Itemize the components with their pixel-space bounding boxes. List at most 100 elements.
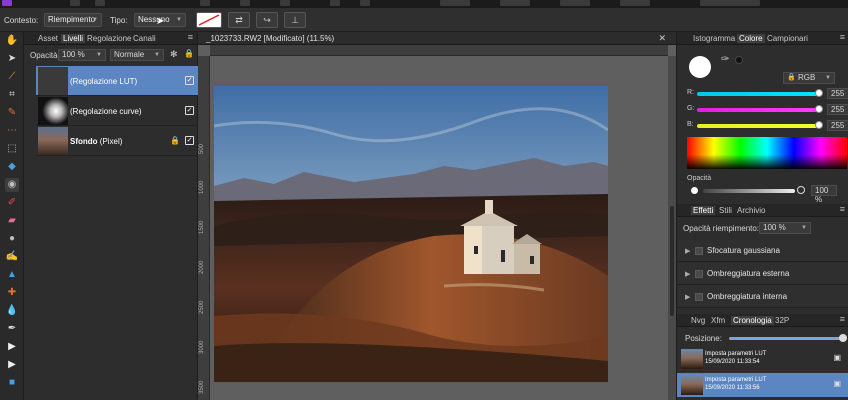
color-mode-dropdown[interactable]: 🔒 RGB ▼: [783, 72, 835, 84]
close-icon[interactable]: ✕: [658, 33, 666, 44]
dodge-tool-icon[interactable]: ●: [5, 232, 19, 246]
expand-arrow-icon[interactable]: ▶: [685, 270, 690, 278]
red-slider[interactable]: R: 255: [687, 88, 848, 100]
effect-row[interactable]: ▶ Sfocatura gaussiana: [677, 240, 848, 262]
position-slider-knob[interactable]: [839, 334, 847, 342]
opacity-dropdown[interactable]: 100 % ▼: [58, 49, 106, 61]
visibility-checkbox[interactable]: ✓: [185, 136, 194, 145]
blue-value[interactable]: 255: [827, 120, 848, 131]
tab-campionari[interactable]: Campionari: [767, 34, 808, 43]
snapshot-icon[interactable]: ▣: [833, 353, 841, 362]
brush-tool-icon[interactable]: ✎: [5, 106, 19, 120]
history-item-selected[interactable]: Imposta parametri LUT 15/09/2020 11:33:5…: [677, 373, 848, 397]
tab-istogramma[interactable]: Istogramma: [693, 34, 735, 43]
snapshot-icon[interactable]: ▣: [833, 379, 841, 388]
smudge-tool-icon[interactable]: ✍: [5, 250, 19, 264]
eyedropper-icon[interactable]: ✑: [721, 54, 729, 65]
tab-asset[interactable]: Asset: [38, 34, 58, 43]
toolbar-icon[interactable]: [700, 0, 760, 6]
toolbar-icon[interactable]: [330, 0, 340, 6]
effect-checkbox[interactable]: [695, 247, 703, 255]
toolbar-icon[interactable]: [560, 0, 590, 6]
slider-track[interactable]: [703, 189, 795, 193]
tab-archivio[interactable]: Archivio: [737, 206, 765, 215]
shape-tool-icon[interactable]: ▶: [5, 358, 19, 372]
scrollbar-thumb[interactable]: [670, 206, 674, 316]
hand-tool-icon[interactable]: ✋: [5, 34, 19, 48]
visibility-checkbox[interactable]: ✓: [185, 76, 194, 85]
slider-knob[interactable]: [797, 186, 805, 194]
tab-stili[interactable]: Stili: [719, 206, 732, 215]
blend-mode-dropdown[interactable]: Normale ▼: [110, 49, 164, 61]
effect-checkbox[interactable]: [695, 270, 703, 278]
expand-arrow-icon[interactable]: ▶: [685, 247, 690, 255]
slider-track[interactable]: [697, 108, 819, 112]
blur-tool-icon[interactable]: 💧: [5, 304, 19, 318]
primary-color-swatch[interactable]: [689, 56, 711, 78]
tab-colore[interactable]: Colore: [737, 34, 765, 43]
gradient-tool-icon[interactable]: ◉: [5, 178, 19, 192]
slider-track[interactable]: [697, 124, 819, 128]
flood-fill-icon[interactable]: ◆: [5, 160, 19, 174]
eraser-tool-icon[interactable]: ▰: [5, 214, 19, 228]
position-slider-track[interactable]: [729, 337, 841, 340]
panel-menu-icon[interactable]: ≡: [188, 32, 193, 42]
layer-row-curves[interactable]: (Regolazione curve) ✓: [36, 96, 198, 126]
color-opacity-value[interactable]: 100 %: [811, 185, 837, 204]
secondary-color-swatch[interactable]: [735, 56, 743, 64]
slider-knob[interactable]: [815, 121, 823, 129]
tab-regolazione[interactable]: Regolazione: [87, 34, 131, 43]
persona-icon[interactable]: [70, 0, 80, 6]
tab-cronologia[interactable]: Cronologia: [731, 316, 774, 325]
effect-row[interactable]: ▶ Ombreggiatura esterna: [677, 263, 848, 285]
color-picker-tool-icon[interactable]: ⟋: [5, 70, 19, 84]
persona-icon[interactable]: [95, 0, 105, 6]
marquee-tool-icon[interactable]: ⬚: [5, 142, 19, 156]
fill-swatch-button[interactable]: [196, 12, 222, 28]
toolbar-icon[interactable]: [360, 0, 370, 6]
green-value[interactable]: 255: [827, 104, 848, 115]
tab-32p[interactable]: 32P: [775, 316, 789, 325]
clone-tool-icon[interactable]: ▲: [5, 268, 19, 282]
tab-livelli[interactable]: Livelli: [61, 34, 86, 43]
toolbar-icon[interactable]: [200, 0, 210, 6]
paint-brush-icon[interactable]: ✐: [5, 196, 19, 210]
vertical-scrollbar[interactable]: [668, 56, 676, 400]
red-value[interactable]: 255: [827, 88, 848, 99]
blue-slider[interactable]: B: 255: [687, 120, 848, 132]
slider-track[interactable]: [697, 92, 819, 96]
panel-menu-icon[interactable]: ≡: [840, 32, 845, 42]
tab-nvg[interactable]: Nvg: [691, 316, 705, 325]
lock-icon[interactable]: 🔒: [170, 136, 180, 145]
panel-menu-icon[interactable]: ≡: [840, 314, 845, 324]
panel-menu-icon[interactable]: ≡: [840, 204, 845, 214]
selection-brush-icon[interactable]: ⋯: [5, 124, 19, 138]
toolbar-icon[interactable]: [620, 0, 650, 6]
layer-row-background[interactable]: Sfondo (Pixel) 🔒 ✓: [36, 126, 198, 156]
align-button[interactable]: ⊥: [284, 12, 306, 28]
toolbar-icon[interactable]: [280, 0, 290, 6]
layer-row-lut[interactable]: (Regolazione LUT) ✓: [36, 66, 198, 96]
fill-opacity-dropdown[interactable]: 100 % ▼: [759, 222, 811, 234]
pen-tool-icon[interactable]: ✒: [5, 322, 19, 336]
toolbar-icon[interactable]: [500, 0, 530, 6]
swap-button[interactable]: ⇄: [228, 12, 250, 28]
crop-tool-icon[interactable]: ⌗: [5, 88, 19, 102]
gear-icon[interactable]: ✻: [170, 49, 178, 60]
expand-arrow-icon[interactable]: ▶: [685, 293, 690, 301]
rectangle-tool-icon[interactable]: ■: [5, 376, 19, 390]
document-tab[interactable]: _1023733.RW2 [Modificato] (11.5%) ✕: [198, 32, 676, 45]
canvas-photo[interactable]: [214, 86, 608, 382]
toolbar-icon[interactable]: [440, 0, 470, 6]
slider-knob[interactable]: [815, 105, 823, 113]
slider-knob[interactable]: [815, 89, 823, 97]
effect-row[interactable]: ▶ Ombreggiatura interna: [677, 286, 848, 308]
contesto-dropdown[interactable]: Riempimento ▼: [44, 13, 102, 27]
tab-xfm[interactable]: Xfm: [711, 316, 725, 325]
transform-button[interactable]: ↪: [256, 12, 278, 28]
node-tool-icon[interactable]: ▶: [5, 340, 19, 354]
effect-checkbox[interactable]: [695, 293, 703, 301]
color-spectrum[interactable]: [687, 137, 847, 169]
tab-canali[interactable]: Canali: [133, 34, 156, 43]
healing-tool-icon[interactable]: ✚: [5, 286, 19, 300]
